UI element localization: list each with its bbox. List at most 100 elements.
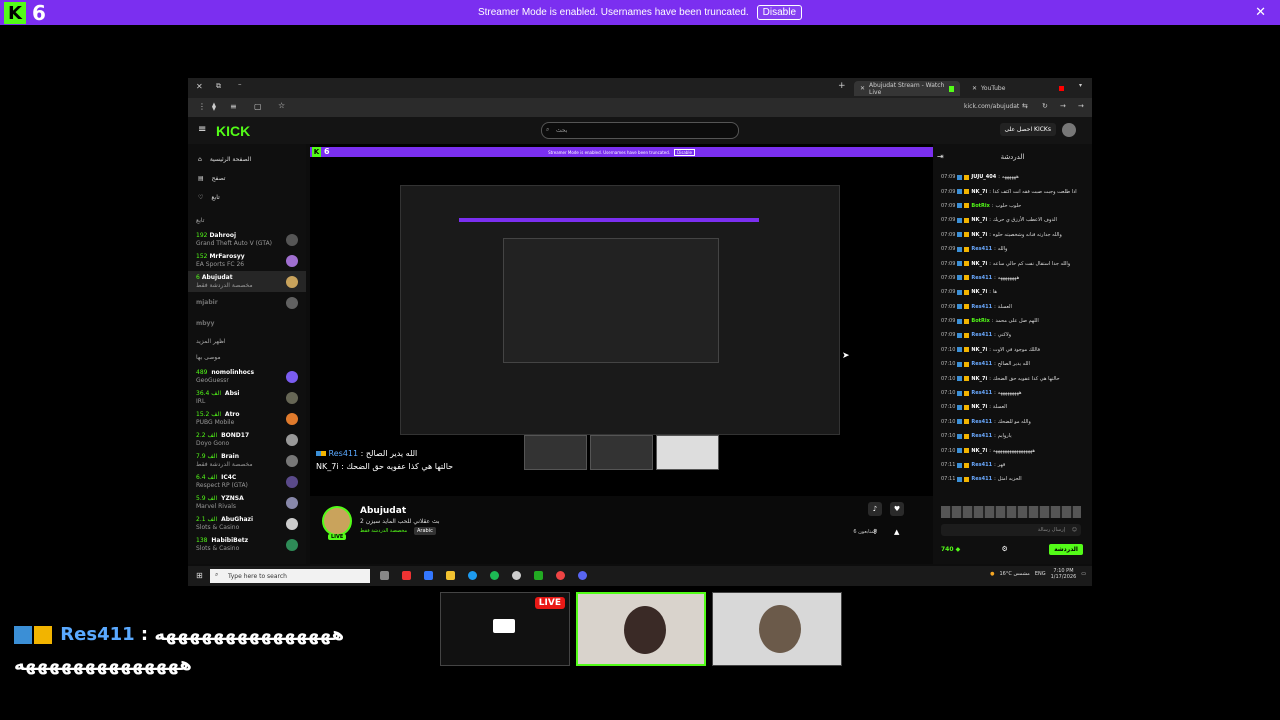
chat-message[interactable]: 07:09 NK_7i: الدوف الاعطب الأرزق ي حريك <box>933 213 1092 227</box>
forward-icon[interactable]: → <box>1060 102 1066 110</box>
chat-username[interactable]: NK_7i <box>971 376 987 382</box>
follow-button[interactable]: ♥ <box>890 502 904 516</box>
app-icon[interactable] <box>424 571 433 580</box>
chat-username[interactable]: BotRix <box>971 318 989 324</box>
emoji-icon[interactable]: ☺ <box>1072 527 1077 533</box>
edge-icon[interactable] <box>468 571 477 580</box>
list-item[interactable]: 2.2 الف BOND17 Doyo Gono <box>188 429 306 450</box>
list-item[interactable]: mjabir <box>188 292 306 313</box>
sidebar-item-following[interactable]: ♡ تابع <box>198 188 296 207</box>
extension-icon[interactable]: ⧫ <box>212 102 216 111</box>
chevron-down-icon[interactable]: ▾ <box>1079 82 1082 89</box>
points-display[interactable]: 740 ◆ <box>941 546 960 553</box>
list-item[interactable]: 2.1 الف AbuGhazi Slots & Casino <box>188 513 306 534</box>
chat-message[interactable]: 07:09 Res411: والله <box>933 242 1092 256</box>
chat-message[interactable]: 07:09 NK_7i: ها <box>933 285 1092 299</box>
search-input[interactable]: ⌕ بحث <box>541 122 739 139</box>
list-item[interactable]: 152 MrFarosyy EA Sports FC 26 <box>188 250 306 271</box>
list-item[interactable]: 36.4 الف Absi IRL <box>188 387 306 408</box>
chat-username[interactable]: Res411 <box>971 462 992 468</box>
send-button[interactable]: الدردشة <box>1049 543 1083 555</box>
list-item[interactable]: 5.9 الف YZNSA Marvel Rivals <box>188 492 306 513</box>
list-item[interactable]: 489 nomolinhocs GeoGuessr <box>188 366 306 387</box>
chat-message[interactable]: 07:10 NK_7i: العسلة <box>933 400 1092 414</box>
list-item[interactable]: mbyy <box>188 313 306 334</box>
chat-username[interactable]: BotRix <box>971 203 989 209</box>
list-item[interactable]: 138 HabibiBetz Slots & Casino <box>188 534 306 555</box>
close-icon[interactable]: ✕ <box>1255 4 1266 20</box>
notification-icon[interactable]: ▭ <box>1081 571 1086 577</box>
chat-username[interactable]: Res411 <box>971 275 992 281</box>
chat-username[interactable]: NK_7i <box>971 232 987 238</box>
hamburger-icon[interactable]: ≡ <box>198 124 206 135</box>
spotify-icon[interactable] <box>490 571 499 580</box>
bookmark-icon[interactable]: ☆ <box>278 101 285 110</box>
list-item[interactable]: 6.4 الف IC4C Respect RP (GTA) <box>188 471 306 492</box>
disable-button[interactable]: Disable <box>756 5 803 20</box>
chat-message[interactable]: 07:10 Res411: هههههههههه <box>933 386 1092 400</box>
chat-username[interactable]: NK_7i <box>971 347 987 353</box>
app-icon[interactable] <box>402 571 411 580</box>
chat-message[interactable]: 07:10 Res411: الله يدير الصالح <box>933 357 1092 371</box>
back-icon[interactable]: → <box>1078 102 1084 110</box>
tune-icon[interactable]: ≡ <box>230 102 237 111</box>
task-view-icon[interactable] <box>380 571 389 580</box>
discord-icon[interactable] <box>578 571 587 580</box>
chat-message[interactable]: 07:10 NK_7i: فاللك موجود في الاوت <box>933 343 1092 357</box>
chat-username[interactable]: JUJU_404 <box>971 174 996 180</box>
language-tag[interactable]: Arabic <box>414 527 436 535</box>
xbox-icon[interactable] <box>534 571 543 580</box>
new-tab-icon[interactable]: + <box>838 81 846 91</box>
chat-message[interactable]: 07:09 NK_7i: والله جدا استقال نفت كم حالي … <box>933 256 1092 270</box>
channel-name[interactable]: Abujudat <box>360 506 406 516</box>
list-item[interactable]: 7.9 الف Brain مخصصة الدردشة فقط <box>188 450 306 471</box>
minimize-icon[interactable]: – <box>238 80 242 88</box>
chat-input[interactable]: إرسال رسالة ☺ <box>941 524 1081 536</box>
chat-username[interactable]: NK_7i <box>971 217 987 223</box>
site-logo[interactable]: KICK <box>216 123 250 139</box>
folder-icon[interactable] <box>446 571 455 580</box>
chat-message[interactable]: 07:10 Res411: والله مو للضحك <box>933 415 1092 429</box>
app-icon[interactable] <box>512 571 521 580</box>
chat-username[interactable]: Res411 <box>971 433 992 439</box>
sidebar-item-browse[interactable]: ▤ تصفح <box>198 169 296 188</box>
chat-message[interactable]: 07:09 JUJU_404: ههههههه <box>933 170 1092 184</box>
chat-username[interactable]: Res411 <box>971 361 992 367</box>
avatar[interactable] <box>1062 123 1076 137</box>
chat-message[interactable]: 07:09 NK_7i: والله جدارته فنانه وشخصيته حل… <box>933 228 1092 242</box>
chat-message[interactable]: 07:09 Res411: ههههههههه <box>933 271 1092 285</box>
url-field[interactable]: kick.com/abujudat <box>964 103 1019 110</box>
restore-icon[interactable]: ⧉ <box>216 82 221 91</box>
settings-icon[interactable]: ⚙ <box>1002 545 1008 553</box>
chat-username[interactable]: NK_7i <box>971 448 987 454</box>
chat-username[interactable]: Res411 <box>971 304 992 310</box>
chat-username[interactable]: NK_7i <box>971 261 987 267</box>
list-item[interactable]: 192 Dahrooj Grand Theft Auto V (GTA) <box>188 229 306 250</box>
tab-youtube[interactable]: ✕ YouTube <box>966 81 1070 96</box>
chat-username[interactable]: Res411 <box>971 419 992 425</box>
list-item[interactable]: 15.2 الف Atro PUBG Mobile <box>188 408 306 429</box>
list-item[interactable]: 6 Abujudat مخصصة الدردشة فقط <box>188 271 306 292</box>
notification-button[interactable]: ♪ <box>868 502 882 516</box>
chrome-icon[interactable] <box>556 571 565 580</box>
chat-message[interactable]: 07:09 NK_7i: اذا طلعت وجبت صبت فقه انت اكث… <box>933 184 1092 198</box>
get-kicks-button[interactable]: احصل على KICKs <box>999 123 1056 136</box>
chat-username[interactable]: NK_7i <box>971 404 987 410</box>
chat-username[interactable]: Res411 <box>971 476 992 482</box>
menu-dots-icon[interactable]: ⋮ <box>198 102 206 111</box>
chat-username[interactable]: Res411 <box>971 246 992 252</box>
category-link[interactable]: مخصصة الدردشة فقط <box>360 528 407 534</box>
channel-avatar[interactable] <box>322 506 352 536</box>
tab-close-icon[interactable]: ✕ <box>972 85 977 92</box>
chat-message[interactable]: 07:09 Res411: العسلة <box>933 300 1092 314</box>
chat-message[interactable]: 07:09 BotRix: اللهم صل على محمد <box>933 314 1092 328</box>
video-player[interactable]: Streamer Mode is enabled. Usernames have… <box>310 147 933 493</box>
reload-icon[interactable]: ↻ <box>1042 102 1048 110</box>
chat-username[interactable]: NK_7i <box>971 189 987 195</box>
report-icon[interactable]: ▲ <box>894 528 899 536</box>
close-window-icon[interactable]: ✕ <box>196 82 203 91</box>
chat-username[interactable]: Res411 <box>971 390 992 396</box>
windows-start-icon[interactable]: ⊞ <box>196 571 203 580</box>
settings-icon[interactable]: ⇆ <box>1022 102 1028 110</box>
reader-icon[interactable]: ▢ <box>254 102 262 111</box>
